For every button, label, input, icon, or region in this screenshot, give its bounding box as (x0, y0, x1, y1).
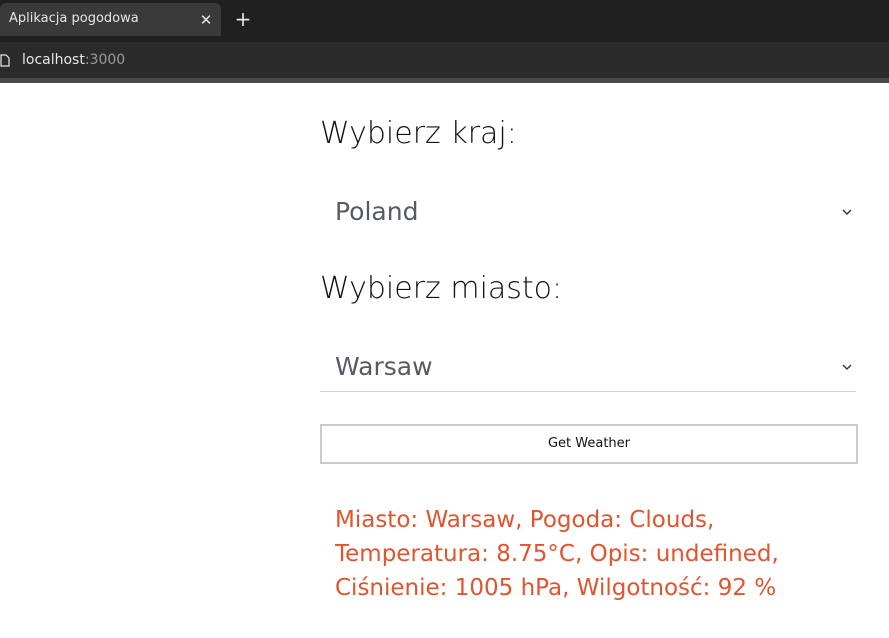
page-icon (0, 54, 10, 67)
country-label: Wybierz kraj: (320, 116, 517, 151)
country-select-value: Poland (335, 197, 419, 226)
chevron-down-icon (842, 209, 852, 215)
weather-result: Miasto: Warsaw, Pogoda: Clouds, Temperat… (335, 507, 779, 601)
select-underline (320, 391, 856, 392)
browser-tab-bar: Aplikacja pogodowa ✕ + (0, 0, 889, 42)
get-weather-button[interactable]: Get Weather (320, 424, 858, 464)
new-tab-icon[interactable]: + (233, 8, 253, 30)
browser-tab[interactable]: Aplikacja pogodowa ✕ (0, 3, 221, 36)
url-host: localhost (22, 52, 85, 68)
close-icon[interactable]: ✕ (196, 10, 216, 30)
url-port: :3000 (84, 52, 126, 68)
address-bar[interactable]: localhost:3000 (0, 42, 889, 78)
city-select-value: Warsaw (335, 352, 433, 381)
city-label: Wybierz miasto: (320, 271, 563, 306)
country-select[interactable]: Poland (320, 189, 856, 235)
city-select[interactable]: Warsaw (320, 344, 856, 392)
tab-title: Aplikacja pogodowa (9, 11, 139, 26)
url-text[interactable]: localhost:3000 (22, 52, 125, 68)
toolbar-divider (0, 78, 889, 83)
chevron-down-icon (842, 364, 852, 370)
